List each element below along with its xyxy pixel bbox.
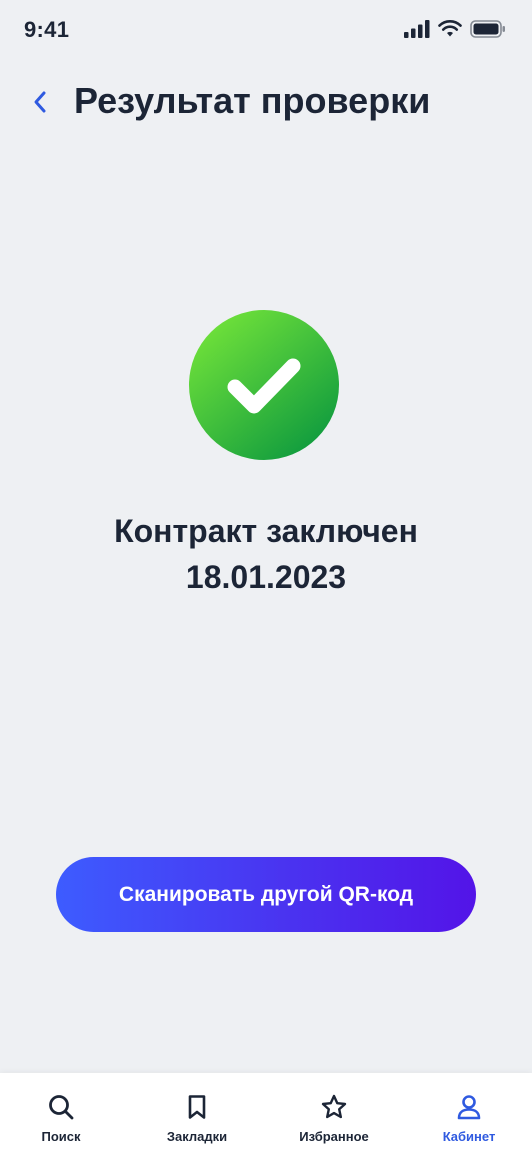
page-title: Результат проверки xyxy=(74,80,431,121)
user-icon xyxy=(455,1093,483,1121)
star-icon xyxy=(320,1093,348,1121)
result-message: Контракт заключен 18.01.2023 xyxy=(0,508,532,600)
signal-icon xyxy=(404,20,430,43)
result-date: 18.01.2023 xyxy=(185,559,347,595)
tab-search-label: Поиск xyxy=(41,1129,81,1144)
tab-bookmarks[interactable]: Закладки xyxy=(137,1073,257,1153)
tab-favorites[interactable]: Избранное xyxy=(274,1073,394,1153)
tab-bookmarks-label: Закладки xyxy=(166,1129,228,1144)
tab-cabinet-label: Кабинет xyxy=(442,1129,496,1144)
result-status-text: Контракт заключен xyxy=(114,513,418,549)
header: Результат проверки xyxy=(0,70,532,140)
wifi-icon xyxy=(438,20,462,43)
status-bar: 9:41 xyxy=(0,0,532,60)
chevron-left-icon xyxy=(32,89,48,120)
tab-favorites-label: Избранное xyxy=(299,1129,369,1144)
search-icon xyxy=(47,1093,75,1121)
success-check-icon xyxy=(189,310,339,460)
tab-cabinet[interactable]: Кабинет xyxy=(409,1073,529,1153)
scan-another-qr-button[interactable]: Сканировать другой QR-код xyxy=(56,857,476,932)
status-icons xyxy=(404,20,506,43)
back-button[interactable] xyxy=(24,84,56,124)
bottom-tab-bar: Поиск Закладки Избранное Кабинет xyxy=(0,1073,532,1153)
status-time: 9:41 xyxy=(24,17,70,42)
bookmark-icon xyxy=(183,1093,211,1121)
battery-icon xyxy=(470,20,506,43)
tab-search[interactable]: Поиск xyxy=(1,1073,121,1153)
